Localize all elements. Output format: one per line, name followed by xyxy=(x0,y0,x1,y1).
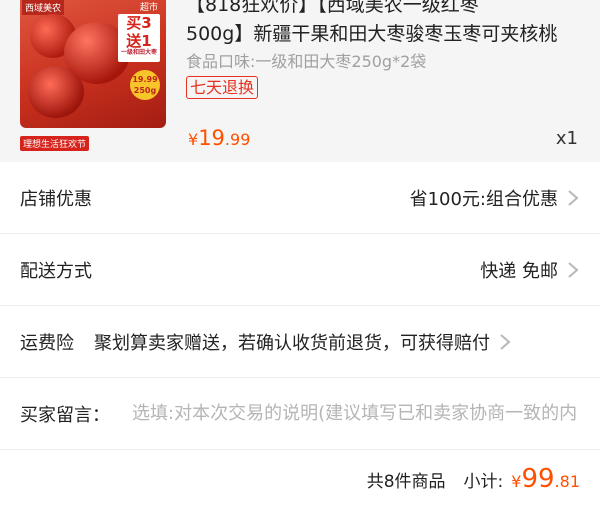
return-policy-tag: 七天退换 xyxy=(186,76,259,99)
shipping-insurance-row[interactable]: 运费险 聚划算卖家赠送，若确认收货前退货，可获得赔付 xyxy=(0,306,600,378)
shipping-insurance-value: 聚划算卖家赠送，若确认收货前退货，可获得赔付 xyxy=(94,332,490,354)
delivery-method-label: 配送方式 xyxy=(20,260,92,282)
shipping-insurance-label: 运费险 xyxy=(20,332,74,354)
jujube-graphic xyxy=(28,66,84,118)
subtotal-label: 小计: xyxy=(463,471,504,492)
store-discount-label: 店铺优惠 xyxy=(20,188,92,210)
brand-label: 西域美农 xyxy=(22,0,65,15)
promo-badge: 买3 送1 一级和田大枣 xyxy=(118,14,160,62)
store-discount-row[interactable]: 店铺优惠 省100元:组合优惠 xyxy=(0,162,600,234)
product-price: ¥19.99 xyxy=(188,126,251,150)
product-image[interactable]: 西域美农 超市精选 买3 送1 一级和田大枣 19.99 250g xyxy=(20,0,166,128)
item-count: 共8件商品 xyxy=(366,471,446,492)
festival-label: 理想生活狂欢节 xyxy=(20,136,90,151)
store-discount-value: 省100元:组合优惠 xyxy=(409,188,558,210)
delivery-method-value: 快递 免邮 xyxy=(480,260,558,282)
product-quantity: x1 xyxy=(555,128,578,149)
buyer-message-row: 买家留言： xyxy=(0,378,600,450)
product-spec: 食品口味:一级和田大枣250g*2袋 xyxy=(186,52,427,71)
chevron-right-icon xyxy=(568,189,579,206)
delivery-method-row[interactable]: 配送方式 快递 免邮 xyxy=(0,234,600,306)
price-badge: 19.99 250g xyxy=(130,70,160,100)
buyer-message-input[interactable] xyxy=(130,402,580,425)
product-title[interactable]: 【818狂欢价】【西域美农一级红枣 500g】新疆干果和田大枣骏枣玉枣可夹核桃 xyxy=(186,0,566,49)
subtotal-amount: ¥99.81 xyxy=(511,464,580,494)
order-item[interactable]: 西域美农 超市精选 买3 送1 一级和田大枣 19.99 250g 理想生活狂欢… xyxy=(0,0,600,162)
chevron-right-icon xyxy=(500,333,511,350)
chevron-right-icon xyxy=(568,261,579,278)
order-summary: 共8件商品 小计: ¥99.81 xyxy=(0,450,600,508)
buyer-message-label: 买家留言： xyxy=(20,404,110,426)
